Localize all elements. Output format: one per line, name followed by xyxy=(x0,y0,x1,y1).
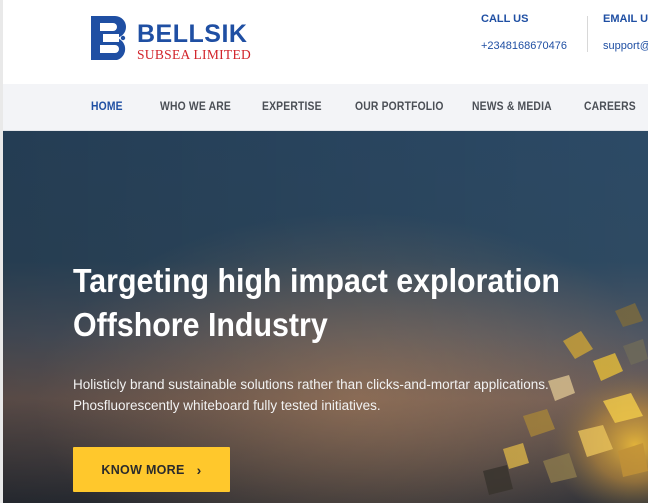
main-nav: HOME WHO WE ARE EXPERTISE OUR PORTFOLIO … xyxy=(3,84,648,131)
know-more-label: KNOW MORE xyxy=(101,462,185,477)
hero-section: Targeting high impact exploration Offsho… xyxy=(3,131,648,503)
brand-logo[interactable]: BELLSIK SUBSEA LIMITED xyxy=(89,15,259,63)
email-us-block: EMAIL US support@ xyxy=(603,13,648,52)
brand-subtitle: SUBSEA LIMITED xyxy=(137,47,252,62)
know-more-button[interactable]: KNOW MORE › xyxy=(73,447,230,492)
nav-item-expertise[interactable]: EXPERTISE xyxy=(262,101,322,113)
call-us-block: CALL US +2348168670476 xyxy=(481,13,567,52)
nav-item-news-media[interactable]: NEWS & MEDIA xyxy=(472,101,552,113)
email-link[interactable]: support@ xyxy=(603,40,648,52)
nav-item-home[interactable]: HOME xyxy=(91,101,123,113)
brand-name: BELLSIK xyxy=(137,20,248,48)
nav-item-our-portfolio[interactable]: OUR PORTFOLIO xyxy=(355,101,444,113)
nav-item-careers[interactable]: CAREERS xyxy=(584,101,636,113)
hero-description: Holisticly brand sustainable solutions r… xyxy=(73,374,633,416)
hero-heading-line-1: Targeting high impact exploration xyxy=(73,262,560,299)
chevron-right-icon: › xyxy=(196,461,202,478)
hero-heading-line-2: Offshore Industry xyxy=(73,306,328,343)
call-us-label: CALL US xyxy=(481,13,529,25)
page: BELLSIK SUBSEA LIMITED CALL US +23481686… xyxy=(3,0,648,503)
phone-link[interactable]: +2348168670476 xyxy=(481,40,567,52)
nav-item-who-we-are[interactable]: WHO WE ARE xyxy=(160,101,231,113)
bellsik-logo-icon xyxy=(91,16,126,60)
hero-description-line-1: Holisticly brand sustainable solutions r… xyxy=(73,377,549,392)
email-us-label: EMAIL US xyxy=(603,13,648,25)
site-header: BELLSIK SUBSEA LIMITED CALL US +23481686… xyxy=(3,0,648,84)
contact-divider xyxy=(587,16,588,52)
hero-heading: Targeting high impact exploration Offsho… xyxy=(73,259,588,347)
hero-description-line-2: Phosfluorescently whiteboard fully teste… xyxy=(73,398,381,413)
